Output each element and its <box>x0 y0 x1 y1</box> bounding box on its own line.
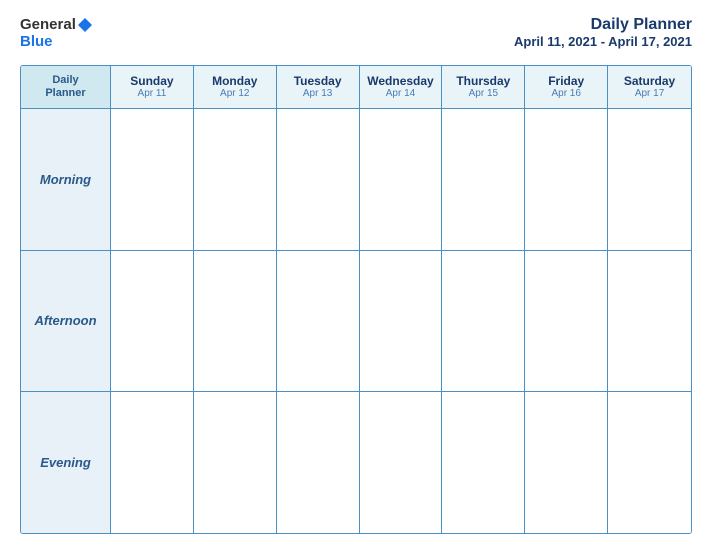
row-morning: Morning <box>21 109 691 251</box>
header-saturday: Saturday Apr 17 <box>608 66 691 109</box>
morning-friday[interactable] <box>525 109 608 250</box>
page-title: Daily Planner <box>514 16 692 34</box>
calendar-header: Daily Planner Sunday Apr 11 Monday Apr 1… <box>21 66 691 109</box>
evening-label: Evening <box>40 455 91 470</box>
morning-wednesday[interactable] <box>360 109 443 250</box>
evening-thursday[interactable] <box>442 392 525 533</box>
afternoon-label-cell: Afternoon <box>21 251 111 392</box>
morning-tuesday[interactable] <box>277 109 360 250</box>
calendar-grid: Daily Planner Sunday Apr 11 Monday Apr 1… <box>20 65 692 535</box>
afternoon-tuesday[interactable] <box>277 251 360 392</box>
morning-thursday[interactable] <box>442 109 525 250</box>
header-sunday: Sunday Apr 11 <box>111 66 194 109</box>
header-thursday: Thursday Apr 15 <box>442 66 525 109</box>
morning-label-cell: Morning <box>21 109 111 250</box>
header-monday: Monday Apr 12 <box>194 66 277 109</box>
evening-friday[interactable] <box>525 392 608 533</box>
evening-tuesday[interactable] <box>277 392 360 533</box>
morning-monday[interactable] <box>194 109 277 250</box>
evening-saturday[interactable] <box>608 392 691 533</box>
afternoon-friday[interactable] <box>525 251 608 392</box>
row-afternoon: Afternoon <box>21 251 691 393</box>
title-area: Daily Planner April 11, 2021 - April 17,… <box>514 16 692 49</box>
evening-label-cell: Evening <box>21 392 111 533</box>
header-friday: Friday Apr 16 <box>525 66 608 109</box>
morning-sunday[interactable] <box>111 109 194 250</box>
morning-saturday[interactable] <box>608 109 691 250</box>
header-wednesday: Wednesday Apr 14 <box>360 66 443 109</box>
header-daily-planner: Daily Planner <box>21 66 111 109</box>
evening-sunday[interactable] <box>111 392 194 533</box>
afternoon-label: Afternoon <box>34 313 96 328</box>
afternoon-thursday[interactable] <box>442 251 525 392</box>
date-range: April 11, 2021 - April 17, 2021 <box>514 34 692 49</box>
evening-wednesday[interactable] <box>360 392 443 533</box>
page-header: General Blue Daily Planner April 11, 202… <box>20 16 692 51</box>
afternoon-sunday[interactable] <box>111 251 194 392</box>
header-tuesday: Tuesday Apr 13 <box>277 66 360 109</box>
afternoon-monday[interactable] <box>194 251 277 392</box>
calendar-body: Morning Afternoon Evening <box>21 109 691 533</box>
evening-monday[interactable] <box>194 392 277 533</box>
logo-general: General <box>20 16 76 33</box>
morning-label: Morning <box>40 172 91 187</box>
logo: General Blue <box>20 16 94 51</box>
afternoon-wednesday[interactable] <box>360 251 443 392</box>
logo-icon <box>76 16 94 34</box>
afternoon-saturday[interactable] <box>608 251 691 392</box>
row-evening: Evening <box>21 392 691 533</box>
logo-blue: Blue <box>20 34 53 51</box>
